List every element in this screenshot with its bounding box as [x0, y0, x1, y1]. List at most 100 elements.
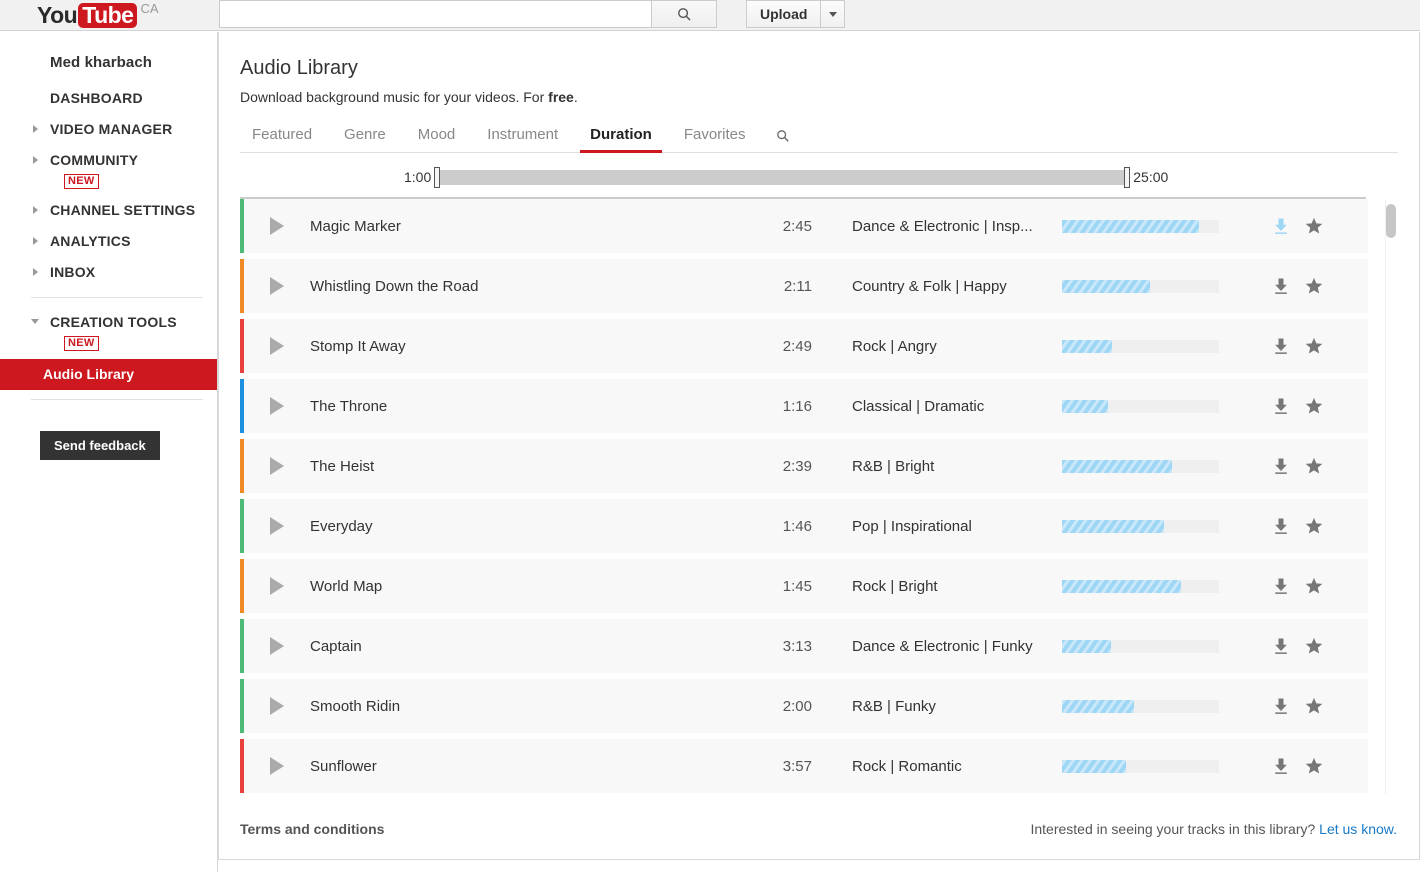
download-icon[interactable] [1273, 338, 1289, 355]
track-row[interactable]: The Throne 1:16 Classical | Dramatic [240, 379, 1368, 433]
youtube-logo[interactable]: You Tube CA [37, 0, 159, 30]
track-title[interactable]: Captain [310, 638, 708, 655]
play-button[interactable] [244, 397, 310, 415]
sidebar-item-label: VIDEO MANAGER [50, 121, 173, 137]
footer-note: Interested in seeing your tracks in this… [1030, 821, 1397, 837]
star-icon[interactable] [1305, 397, 1323, 415]
download-icon[interactable] [1273, 398, 1289, 415]
track-row[interactable]: The Heist 2:39 R&B | Bright [240, 439, 1368, 493]
track-actions [1232, 517, 1368, 535]
duration-slider-handle-min[interactable] [434, 166, 441, 188]
page-title: Audio Library [240, 57, 358, 79]
new-badge: NEW [64, 336, 99, 351]
star-icon[interactable] [1305, 637, 1323, 655]
duration-slider-handle-max[interactable] [1124, 166, 1131, 188]
upload-button[interactable]: Upload [746, 0, 822, 28]
star-icon[interactable] [1305, 697, 1323, 715]
sidebar-item-creation-tools[interactable]: CREATION TOOLS NEW [0, 307, 217, 357]
sidebar-item-video-manager[interactable]: VIDEO MANAGER [0, 114, 217, 145]
track-row[interactable]: Magic Marker 2:45 Dance & Electronic | Ins… [240, 199, 1368, 253]
download-icon[interactable] [1273, 278, 1289, 295]
track-duration: 2:39 [782, 457, 812, 475]
tab-duration[interactable]: Duration [574, 126, 668, 153]
play-button[interactable] [244, 757, 310, 775]
star-icon[interactable] [1305, 577, 1323, 595]
sidebar-item-channel-settings[interactable]: CHANNEL SETTINGS [0, 195, 217, 226]
popularity-bar-fill [1062, 579, 1182, 593]
upload-dropdown-button[interactable] [821, 0, 846, 28]
track-title[interactable]: Everyday [310, 518, 708, 535]
popularity-bar-fill [1062, 459, 1172, 473]
play-button[interactable] [244, 637, 310, 655]
download-icon[interactable] [1273, 758, 1289, 775]
track-list: Magic Marker 2:45 Dance & Electronic | Ins… [240, 199, 1368, 797]
track-list-scrollbar[interactable] [1385, 199, 1397, 794]
tab-genre[interactable]: Genre [328, 126, 402, 152]
track-title[interactable]: Magic Marker [310, 218, 708, 235]
tab-featured[interactable]: Featured [240, 126, 328, 152]
sidebar-item-inbox[interactable]: INBOX [0, 257, 217, 288]
star-icon[interactable] [1305, 217, 1323, 235]
track-row[interactable]: Stomp It Away 2:49 Rock | Angry [240, 319, 1368, 373]
chevron-down-icon [828, 11, 837, 17]
tab-instrument[interactable]: Instrument [471, 126, 574, 152]
play-button[interactable] [244, 277, 310, 295]
search-input[interactable] [219, 0, 651, 28]
track-row[interactable]: World Map 1:45 Rock | Bright [240, 559, 1368, 613]
star-icon[interactable] [1305, 757, 1323, 775]
duration-range-slider[interactable] [434, 166, 1131, 188]
track-title[interactable]: The Throne [310, 398, 708, 415]
sidebar-item-community[interactable]: COMMUNITY NEW [0, 145, 217, 195]
track-popularity [1062, 339, 1232, 353]
track-row[interactable]: Smooth Ridin 2:00 R&B | Funky [240, 679, 1368, 733]
track-title[interactable]: Smooth Ridin [310, 698, 708, 715]
track-list-container: Magic Marker 2:45 Dance & Electronic | Ins… [219, 197, 1419, 797]
track-title[interactable]: Stomp It Away [310, 338, 708, 355]
popularity-bar-fill [1062, 519, 1165, 533]
download-icon[interactable] [1273, 638, 1289, 655]
terms-and-conditions-link[interactable]: Terms and conditions [240, 821, 384, 837]
play-button[interactable] [244, 697, 310, 715]
play-button[interactable] [244, 217, 310, 235]
play-button[interactable] [244, 337, 310, 355]
duration-filter: 1:00 25:00 [219, 166, 1419, 188]
track-title[interactable]: The Heist [310, 458, 708, 475]
sidebar-item-dashboard[interactable]: DASHBOARD [0, 83, 217, 114]
track-row[interactable]: Whistling Down the Road 2:11 Country & Fol… [240, 259, 1368, 313]
track-tags: R&B | Bright [852, 457, 935, 475]
play-button[interactable] [244, 517, 310, 535]
track-row[interactable]: Everyday 1:46 Pop | Inspirational [240, 499, 1368, 553]
tab-mood[interactable]: Mood [402, 126, 472, 152]
star-icon[interactable] [1305, 457, 1323, 475]
download-icon[interactable] [1273, 218, 1289, 235]
star-icon[interactable] [1305, 337, 1323, 355]
track-title[interactable]: Sunflower [310, 758, 708, 775]
tab-favorites[interactable]: Favorites [668, 126, 762, 152]
download-icon[interactable] [1273, 578, 1289, 595]
download-icon[interactable] [1273, 518, 1289, 535]
send-feedback-button[interactable]: Send feedback [40, 431, 160, 460]
track-row[interactable]: Sunflower 3:57 Rock | Romantic [240, 739, 1368, 793]
track-actions [1232, 457, 1368, 475]
play-button[interactable] [244, 457, 310, 475]
play-button[interactable] [244, 577, 310, 595]
let-us-know-link[interactable]: Let us know. [1319, 821, 1397, 837]
track-duration: 2:45 [782, 217, 812, 235]
logo-you-text: You [37, 1, 78, 28]
download-icon[interactable] [1273, 458, 1289, 475]
star-icon[interactable] [1305, 277, 1323, 295]
star-icon[interactable] [1305, 517, 1323, 535]
track-actions [1232, 757, 1368, 775]
sidebar: Med kharbach DASHBOARD VIDEO MANAGER COM… [0, 32, 218, 872]
sidebar-item-audio-library[interactable]: Audio Library [0, 359, 217, 390]
track-title[interactable]: World Map [310, 578, 708, 595]
download-icon[interactable] [1273, 698, 1289, 715]
track-row[interactable]: Captain 3:13 Dance & Electronic | Funky [240, 619, 1368, 673]
track-title[interactable]: Whistling Down the Road [310, 278, 708, 295]
track-actions [1232, 697, 1368, 715]
track-popularity [1062, 399, 1232, 413]
sidebar-item-analytics[interactable]: ANALYTICS [0, 226, 217, 257]
track-list-scrollbar-thumb[interactable] [1386, 204, 1396, 238]
search-button[interactable] [651, 0, 717, 28]
tab-search-button[interactable] [762, 129, 800, 152]
